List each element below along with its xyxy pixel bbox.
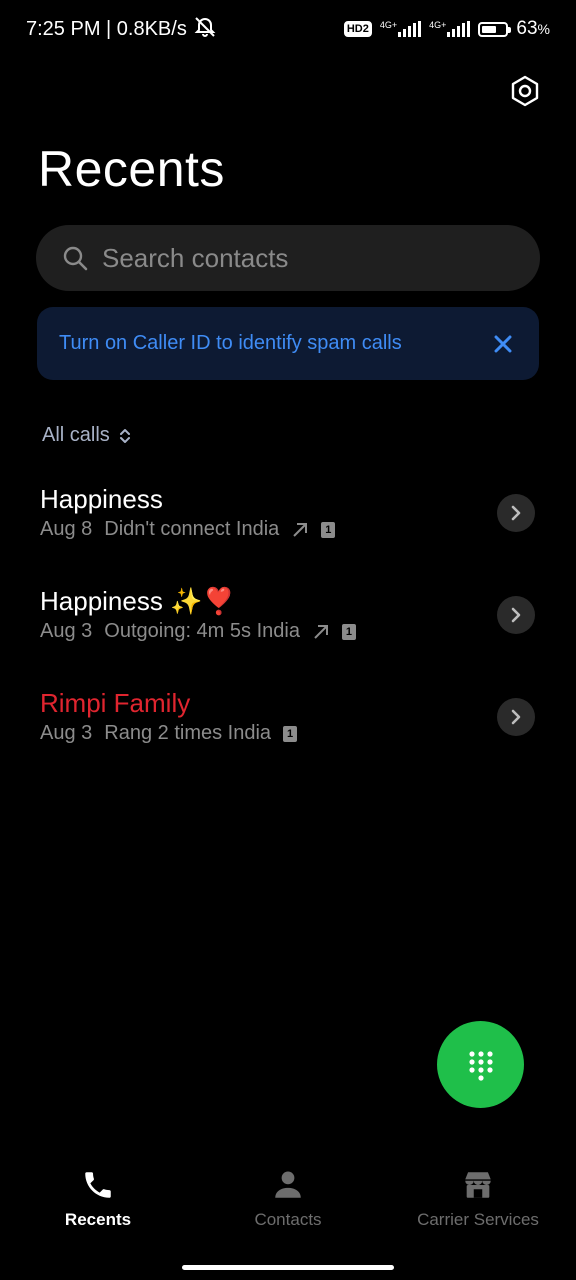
signal-bars-2-icon bbox=[447, 21, 471, 37]
call-details-button[interactable] bbox=[497, 596, 535, 634]
settings-hexagon-icon bbox=[511, 75, 539, 107]
call-date: Aug 8 bbox=[40, 518, 93, 540]
call-list-item[interactable]: Rimpi Family Aug 3 Rang 2 times India 1 bbox=[0, 674, 576, 776]
battery-fill bbox=[482, 25, 497, 33]
chevron-right-icon bbox=[511, 505, 521, 521]
person-icon bbox=[275, 1171, 301, 1198]
chevron-right-icon bbox=[511, 607, 521, 623]
call-status: Didn't connect India bbox=[104, 518, 280, 540]
sim-1-icon: 1 bbox=[341, 623, 356, 640]
close-icon bbox=[494, 335, 512, 352]
close-banner-button[interactable] bbox=[489, 330, 517, 358]
battery-percent: 63 bbox=[516, 18, 538, 39]
store-icon bbox=[465, 1172, 491, 1198]
caller-id-banner[interactable]: Turn on Caller ID to identify spam calls bbox=[37, 307, 539, 380]
status-right: HD2 4G+ 4G+ 63% bbox=[343, 18, 550, 40]
network-type-2: 4G+ bbox=[429, 20, 447, 30]
battery-icon bbox=[478, 21, 512, 37]
dialpad-button[interactable] bbox=[437, 1021, 524, 1108]
call-details-button[interactable] bbox=[497, 494, 535, 532]
sim-1-icon: 1 bbox=[321, 521, 336, 538]
signal-bars-1-icon bbox=[398, 21, 422, 37]
call-meta: Aug 8 Didn't connect India 1 bbox=[40, 518, 336, 541]
call-contact-name: Rimpi Family bbox=[40, 688, 191, 718]
call-details-button[interactable] bbox=[497, 698, 535, 736]
tab-contacts-label: Contacts bbox=[254, 1210, 322, 1229]
battery-unit: % bbox=[537, 21, 550, 37]
call-meta: Aug 3 Outgoing: 4m 5s India 1 bbox=[40, 620, 356, 643]
tab-carrier-services-label: Carrier Services bbox=[417, 1210, 539, 1229]
search-input[interactable]: Search contacts bbox=[36, 225, 540, 291]
hd-badge: HD2 bbox=[343, 21, 372, 37]
phone-screen: 7:25 PM | 0.8KB/s HD2 4G+ 4G+ 63% Recent… bbox=[0, 0, 576, 1280]
call-list-item[interactable]: Happiness Aug 8 Didn't connect India 1 bbox=[0, 470, 576, 572]
call-list: Happiness Aug 8 Didn't connect India 1 H… bbox=[0, 470, 576, 776]
call-contact-name: Happiness ✨❣️ bbox=[40, 586, 235, 616]
page-title: Recents bbox=[38, 141, 225, 197]
call-meta: Aug 3 Rang 2 times India 1 bbox=[40, 722, 298, 745]
status-left: 7:25 PM | 0.8KB/s bbox=[26, 15, 217, 43]
chevron-updown-icon bbox=[119, 428, 130, 443]
tab-contacts[interactable]: Contacts bbox=[248, 1168, 328, 1230]
battery-text: 63% bbox=[516, 18, 550, 40]
call-contact-name: Happiness bbox=[40, 484, 163, 514]
home-indicator[interactable] bbox=[182, 1265, 394, 1270]
call-filter-label: All calls bbox=[42, 424, 110, 446]
call-status: Outgoing: 4m 5s India bbox=[104, 620, 300, 642]
settings-button[interactable] bbox=[504, 70, 546, 112]
search-placeholder: Search contacts bbox=[102, 242, 289, 273]
outgoing-arrow-icon bbox=[293, 522, 308, 537]
call-filter-dropdown[interactable]: All calls bbox=[42, 424, 132, 447]
chevron-right-icon bbox=[511, 709, 521, 725]
signal-1: 4G+ bbox=[379, 20, 422, 37]
call-date: Aug 3 bbox=[40, 620, 93, 642]
tab-recents[interactable]: Recents bbox=[60, 1168, 136, 1230]
outgoing-arrow-icon bbox=[314, 624, 328, 639]
mute-icon bbox=[193, 15, 217, 43]
caller-id-banner-text[interactable]: Turn on Caller ID to identify spam calls bbox=[59, 332, 402, 355]
search-icon bbox=[63, 246, 88, 271]
signal-2: 4G+ bbox=[429, 20, 471, 37]
tab-carrier-services[interactable]: Carrier Services bbox=[412, 1168, 544, 1230]
bottom-navigation: Recents Contacts Carrier Services bbox=[0, 1168, 576, 1244]
call-status: Rang 2 times India bbox=[104, 722, 272, 744]
call-date: Aug 3 bbox=[40, 722, 93, 744]
dialpad-icon bbox=[468, 1050, 493, 1081]
call-list-item[interactable]: Happiness ✨❣️ Aug 3 Outgoing: 4m 5s Indi… bbox=[0, 572, 576, 674]
network-type-1: 4G+ bbox=[379, 20, 398, 30]
phone-icon bbox=[85, 1172, 111, 1198]
status-bar: 7:25 PM | 0.8KB/s HD2 4G+ 4G+ 63% bbox=[0, 0, 576, 58]
tab-recents-label: Recents bbox=[64, 1210, 132, 1229]
sim-1-icon: 1 bbox=[283, 725, 298, 742]
status-time: 7:25 PM | 0.8KB/s bbox=[26, 17, 187, 40]
